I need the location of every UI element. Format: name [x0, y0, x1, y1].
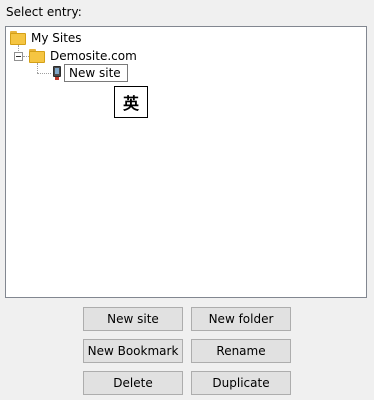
tree-node-my-sites[interactable]: My Sites — [10, 29, 82, 47]
rename-button[interactable]: Rename — [191, 339, 291, 363]
collapse-icon[interactable] — [14, 52, 23, 61]
select-entry-label: Select entry: — [6, 5, 82, 19]
site-manager-panel: Select entry: My Sites Demosite.com New … — [0, 0, 374, 400]
tree-connector — [37, 73, 51, 74]
ime-mode-indicator: 英 — [114, 86, 148, 118]
new-folder-button[interactable]: New folder — [191, 307, 291, 331]
duplicate-button[interactable]: Duplicate — [191, 371, 291, 395]
rename-input[interactable] — [64, 64, 128, 82]
delete-button[interactable]: Delete — [83, 371, 183, 395]
tree-connector — [37, 63, 38, 73]
folder-icon — [10, 31, 26, 45]
tree-node-label: Demosite.com — [50, 49, 137, 63]
new-bookmark-button[interactable]: New Bookmark — [83, 339, 183, 363]
site-icon — [53, 66, 61, 80]
site-tree[interactable]: My Sites Demosite.com — [5, 26, 367, 298]
folder-icon — [29, 49, 45, 63]
new-site-button[interactable]: New site — [83, 307, 183, 331]
tree-node-demosite[interactable]: Demosite.com — [29, 47, 137, 65]
tree-node-label: My Sites — [31, 31, 82, 45]
